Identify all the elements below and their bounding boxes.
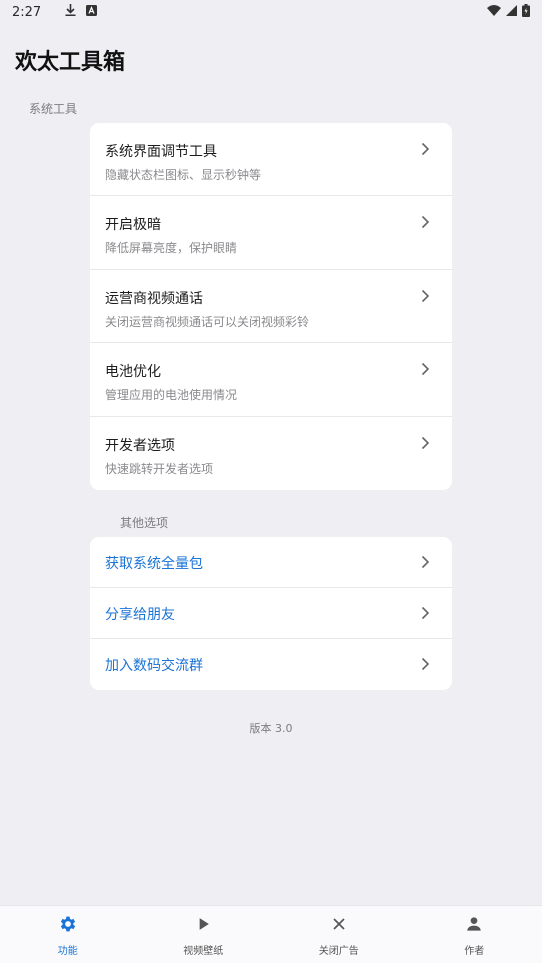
signal-icon bbox=[506, 4, 517, 20]
status-bar-right bbox=[487, 3, 530, 21]
section-label-system: 系统工具 bbox=[29, 102, 78, 116]
section-label-other: 其他选项 bbox=[120, 516, 169, 530]
close-icon bbox=[333, 918, 345, 930]
battery-icon bbox=[522, 3, 530, 21]
page-title: 欢太工具箱 bbox=[15, 50, 126, 75]
nav-item-video-wallpaper[interactable]: 视频壁纸 bbox=[136, 906, 272, 963]
list-item-subtitle: 隐藏状态栏图标、显示秒钟等 bbox=[105, 168, 262, 182]
nav-item-close-ads[interactable]: 关闭广告 bbox=[271, 906, 407, 963]
list-item-full-package[interactable]: 获取系统全量包 bbox=[90, 537, 452, 588]
version-label: 版本 3.0 bbox=[249, 722, 293, 735]
bottom-nav: 功能 视频壁纸 关闭广告 作者 bbox=[0, 905, 542, 963]
chevron-right-icon bbox=[421, 289, 430, 302]
play-icon bbox=[199, 918, 210, 930]
system-tools-card: 系统界面调节工具 隐藏状态栏图标、显示秒钟等 开启极暗 降低屏幕亮度，保护眼睛 … bbox=[90, 123, 452, 490]
chevron-right-icon bbox=[421, 216, 430, 229]
nav-label: 视频壁纸 bbox=[183, 946, 224, 957]
a-box-icon bbox=[86, 4, 98, 20]
chevron-right-icon bbox=[421, 657, 430, 671]
list-item-subtitle: 管理应用的电池使用情况 bbox=[105, 388, 238, 403]
list-item-carrier-video-call[interactable]: 运营商视频通话 关闭运营商视频通话可以关闭视频彩铃 bbox=[90, 270, 452, 344]
chevron-right-icon bbox=[421, 436, 430, 449]
list-item-title: 电池优化 bbox=[105, 364, 161, 381]
nav-item-features[interactable]: 功能 bbox=[0, 906, 136, 963]
wifi-icon bbox=[487, 4, 501, 20]
app-screen: 2:27 欢太工具箱 系统工具 系统界面调节工具 隐藏状态栏图标、显示秒钟等 开… bbox=[0, 0, 542, 963]
person-icon bbox=[467, 917, 481, 931]
status-time: 2:27 bbox=[12, 4, 42, 20]
nav-label: 功能 bbox=[57, 946, 78, 957]
list-item-join-group[interactable]: 加入数码交流群 bbox=[90, 639, 452, 690]
list-item-subtitle: 快速跳转开发者选项 bbox=[105, 461, 214, 476]
list-item-share-friends[interactable]: 分享给朋友 bbox=[90, 588, 452, 639]
status-bar: 2:27 bbox=[0, 0, 542, 24]
other-options-card: 获取系统全量包 分享给朋友 加入数码交流群 bbox=[90, 537, 452, 690]
list-item-extra-dim[interactable]: 开启极暗 降低屏幕亮度，保护眼睛 bbox=[90, 196, 452, 270]
status-bar-left: 2:27 bbox=[12, 4, 98, 20]
list-item-developer-options[interactable]: 开发者选项 快速跳转开发者选项 bbox=[90, 417, 452, 490]
nav-item-author[interactable]: 作者 bbox=[407, 906, 542, 963]
list-item-title: 系统界面调节工具 bbox=[105, 144, 217, 160]
list-item-subtitle: 降低屏幕亮度，保护眼睛 bbox=[105, 241, 238, 256]
list-item-title: 开发者选项 bbox=[105, 437, 175, 454]
chevron-right-icon bbox=[421, 142, 430, 156]
list-item-title: 获取系统全量包 bbox=[105, 556, 203, 572]
nav-label: 作者 bbox=[464, 946, 485, 957]
chevron-right-icon bbox=[421, 555, 430, 569]
list-item-system-ui-tuner[interactable]: 系统界面调节工具 隐藏状态栏图标、显示秒钟等 bbox=[90, 123, 452, 197]
nav-label: 关闭广告 bbox=[318, 946, 359, 957]
list-item-title: 运营商视频通话 bbox=[105, 290, 203, 307]
list-item-title: 开启极暗 bbox=[105, 217, 161, 234]
chevron-right-icon bbox=[421, 606, 430, 620]
list-item-subtitle: 关闭运营商视频通话可以关闭视频彩铃 bbox=[105, 314, 310, 329]
gear-icon bbox=[60, 916, 75, 932]
chevron-right-icon bbox=[421, 363, 430, 376]
list-item-title: 分享给朋友 bbox=[105, 607, 175, 623]
download-icon bbox=[65, 4, 76, 20]
list-item-title: 加入数码交流群 bbox=[105, 658, 203, 674]
list-item-battery-optimization[interactable]: 电池优化 管理应用的电池使用情况 bbox=[90, 343, 452, 417]
